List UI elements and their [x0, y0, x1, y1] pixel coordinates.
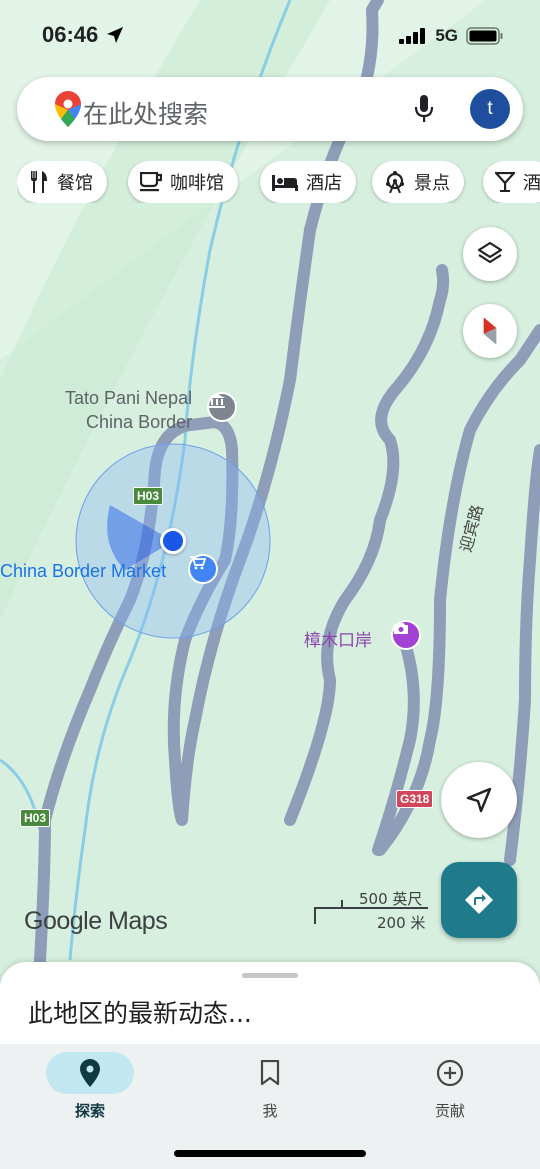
plus-circle-icon: [436, 1059, 464, 1087]
camera-icon[interactable]: [391, 620, 421, 650]
chip-bars[interactable]: 酒: [483, 161, 540, 203]
nav-active-indicator: [46, 1052, 134, 1094]
navigation-arrow-icon: [466, 787, 492, 813]
road-badge-g318: G318: [396, 790, 434, 808]
category-chips: 餐馆 咖啡馆 酒店 景点 酒: [17, 161, 540, 203]
nav-tab-contribute[interactable]: 贡献: [390, 1052, 510, 1121]
scale-bar: [314, 900, 428, 924]
shopping-cart-icon[interactable]: [188, 554, 218, 584]
chip-label: 酒: [523, 173, 540, 194]
network-type: 5G: [435, 26, 458, 45]
place-name-line: China Border: [86, 412, 193, 432]
chip-label: 餐馆: [57, 173, 93, 194]
ferris-wheel-icon: [386, 171, 404, 193]
nav-icon-wrap: [406, 1052, 494, 1094]
chip-cafes[interactable]: 咖啡馆: [128, 161, 238, 203]
status-time: 06:46: [42, 22, 124, 48]
chip-hotels[interactable]: 酒店: [260, 161, 356, 203]
nav-label: 贡献: [434, 1102, 465, 1120]
nav-label: 我: [262, 1102, 278, 1120]
sheet-title: 此地区的最新动态...: [28, 999, 252, 1028]
landmark-icon[interactable]: [207, 392, 237, 422]
coffee-cup-icon: [140, 172, 162, 192]
nav-tab-explore[interactable]: 探索: [30, 1052, 150, 1121]
bed-icon: [272, 175, 298, 191]
search-bar[interactable]: 在此处搜索 t: [17, 77, 523, 141]
place-label-zhangmu-port[interactable]: 樟木口岸: [304, 626, 372, 651]
layers-icon: [477, 241, 503, 264]
nav-label: 探索: [74, 1102, 105, 1120]
location-arrow-icon: [107, 27, 124, 43]
cocktail-icon: [495, 172, 515, 192]
fork-knife-icon: [31, 171, 47, 193]
battery-icon: [466, 27, 503, 45]
microphone-icon[interactable]: [414, 95, 434, 123]
sheet-drag-handle[interactable]: [242, 973, 298, 978]
road-g318: [284, 264, 450, 826]
nav-icon-wrap: [226, 1052, 314, 1094]
signal-icon: [399, 28, 426, 44]
status-indicators: 5G: [399, 26, 504, 46]
home-indicator[interactable]: [174, 1150, 366, 1157]
layers-button[interactable]: [463, 227, 517, 281]
road-badge-h03: H03: [133, 487, 164, 505]
clock-text: 06:46: [42, 22, 99, 47]
compass-icon: [483, 317, 497, 345]
search-input[interactable]: 在此处搜索: [83, 95, 208, 131]
account-avatar[interactable]: t: [470, 89, 510, 129]
compass-button[interactable]: [463, 304, 517, 358]
place-label-china-border-market[interactable]: China Border Market: [0, 561, 166, 582]
current-location-dot: [160, 528, 186, 554]
place-label-tato-pani[interactable]: Tato Pani Nepal China Border: [65, 386, 192, 434]
directions-button[interactable]: [441, 862, 517, 938]
chip-label: 酒店: [306, 173, 342, 194]
bottom-sheet[interactable]: 此地区的最新动态... 探索 我 贡献: [0, 962, 540, 1169]
place-name-line: Tato Pani Nepal: [65, 388, 193, 408]
pin-icon: [80, 1059, 100, 1087]
google-maps-logo: Google Maps: [24, 907, 168, 935]
chip-label: 咖啡馆: [170, 173, 224, 194]
google-maps-pin-icon: [55, 91, 81, 127]
chip-label: 景点: [414, 173, 450, 194]
bookmark-icon: [260, 1060, 280, 1086]
directions-icon: [465, 886, 493, 914]
road-badge-h03: H03: [20, 809, 51, 827]
nav-tab-you[interactable]: 我: [210, 1052, 330, 1121]
chip-attractions[interactable]: 景点: [372, 161, 464, 203]
chip-restaurants[interactable]: 餐馆: [17, 161, 107, 203]
my-location-button[interactable]: [441, 762, 517, 838]
